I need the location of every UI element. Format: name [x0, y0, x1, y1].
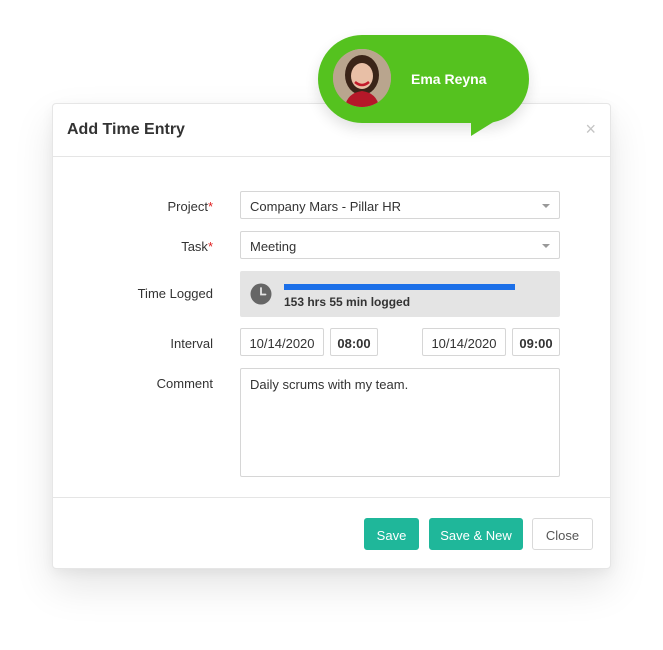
speech-bubble-tail: [471, 106, 519, 136]
footer-divider: [53, 497, 610, 498]
project-label-text: Project: [167, 199, 208, 214]
time-logged-text: 153 hrs 55 min logged: [284, 295, 411, 309]
start-date-input[interactable]: 10/14/2020: [240, 328, 324, 356]
time-logged-label: Time Logged: [137, 286, 213, 301]
user-name: Ema Reyna: [411, 71, 487, 87]
task-label: Task*: [181, 239, 213, 254]
start-time-input[interactable]: 08:00: [330, 328, 378, 356]
save-new-button[interactable]: Save & New: [429, 518, 523, 550]
comment-label: Comment: [156, 376, 213, 391]
close-icon[interactable]: ×: [585, 120, 596, 138]
end-time-input[interactable]: 09:00: [512, 328, 560, 356]
clock-icon: [250, 283, 272, 305]
task-select-value: Meeting: [250, 239, 297, 254]
time-logged-panel: 153 hrs 55 min logged: [240, 271, 560, 317]
close-button[interactable]: Close: [532, 518, 593, 550]
required-mark: *: [207, 239, 213, 254]
project-label: Project*: [167, 199, 213, 214]
save-button[interactable]: Save: [364, 518, 419, 550]
dialog-title: Add Time Entry: [67, 121, 185, 138]
avatar-portrait: [333, 49, 391, 107]
project-select[interactable]: Company Mars - Pillar HR: [240, 191, 560, 219]
time-progress-fill: [284, 284, 515, 290]
required-mark: *: [207, 199, 213, 214]
dialog-header: Add Time Entry ×: [53, 104, 610, 157]
time-progress-bar: [284, 284, 515, 290]
end-date-input[interactable]: 10/14/2020: [422, 328, 506, 356]
task-label-text: Task: [181, 239, 208, 254]
avatar: [333, 49, 391, 107]
dropdown-caret-icon: [542, 204, 550, 208]
add-time-entry-dialog: Add Time Entry × Project* Company Mars -…: [52, 103, 611, 569]
comment-textarea[interactable]: Daily scrums with my team.: [240, 368, 560, 477]
task-select[interactable]: Meeting: [240, 231, 560, 259]
stage: Add Time Entry × Project* Company Mars -…: [0, 0, 663, 650]
interval-label: Interval: [170, 336, 213, 351]
dropdown-caret-icon: [542, 244, 550, 248]
project-select-value: Company Mars - Pillar HR: [250, 199, 401, 214]
